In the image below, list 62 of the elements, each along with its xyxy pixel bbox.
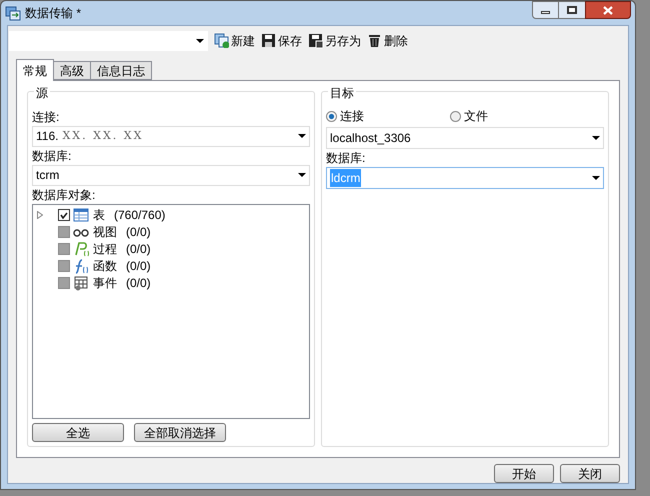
checkbox[interactable] xyxy=(58,277,70,290)
item-count: (0/0) xyxy=(126,224,151,242)
check-icon xyxy=(60,212,68,219)
checkbox[interactable] xyxy=(58,209,70,222)
radio-icon xyxy=(450,110,461,122)
transfer-icon xyxy=(5,5,21,21)
radio-option[interactable]: 文件 xyxy=(450,107,574,125)
p-function-icon xyxy=(73,241,89,258)
masked-text: XX. XX. XX xyxy=(62,128,144,144)
toolbar-button[interactable]: 另存为 xyxy=(308,32,361,50)
field-value: tcrm xyxy=(36,167,60,184)
radio-option[interactable]: 连接 xyxy=(326,107,450,125)
field-label: 数据库: xyxy=(32,148,72,165)
checkbox[interactable] xyxy=(58,260,70,272)
item-count: (0/0) xyxy=(126,258,151,276)
toolbar-button[interactable]: 删除 xyxy=(367,32,408,50)
tab[interactable]: 常规 xyxy=(16,59,54,81)
tree-item-label: 事件 xyxy=(93,275,117,292)
field-value: ldcrm xyxy=(330,169,362,187)
group-title: 目标 xyxy=(328,84,356,102)
tree-item-label: 函数 xyxy=(93,258,117,276)
dropdown-field[interactable]: 116. XX. XX. XX xyxy=(32,126,310,147)
field-value: localhost_3306 xyxy=(330,130,411,147)
f-function-icon xyxy=(73,258,89,274)
close-button[interactable] xyxy=(585,1,631,19)
field-value: 116. xyxy=(36,128,58,146)
dropdown-arrow-icon xyxy=(298,134,306,138)
action-button[interactable]: 全部取消选择 xyxy=(134,423,226,442)
tab[interactable]: 高级 xyxy=(53,61,91,80)
minimize-button[interactable] xyxy=(532,1,559,19)
dialog-button[interactable]: 关闭 xyxy=(560,464,620,483)
dropdown-arrow-icon xyxy=(592,136,600,140)
table-icon xyxy=(73,207,89,224)
tree-item-label: 视图 xyxy=(93,224,117,242)
action-button[interactable]: 全选 xyxy=(32,423,124,442)
trash-can-icon xyxy=(367,33,382,48)
close-icon xyxy=(603,6,613,14)
field-label: 数据库: xyxy=(326,150,366,167)
window-title: 数据传输 * xyxy=(25,5,82,22)
checkbox[interactable] xyxy=(58,226,70,238)
new-document-icon xyxy=(214,33,229,48)
toolbar-button[interactable]: 新建 xyxy=(214,32,255,50)
field-label: 数据库对象: xyxy=(32,186,96,204)
item-count: (0/0) xyxy=(126,275,151,292)
tree-item-label: 过程 xyxy=(93,241,117,258)
toolbar-button[interactable]: 保存 xyxy=(261,32,302,50)
maximize-button[interactable] xyxy=(559,1,585,19)
dropdown-arrow-icon xyxy=(298,173,306,178)
dropdown-arrow-icon xyxy=(592,176,600,180)
dropdown-field[interactable]: localhost_3306 xyxy=(326,127,604,149)
dropdown-field[interactable]: tcrm xyxy=(32,164,310,186)
dropdown-arrow-icon xyxy=(196,38,204,42)
expand-arrow-icon xyxy=(37,211,43,220)
item-count: (0/0) xyxy=(126,241,151,258)
field-label: 连接: xyxy=(32,109,60,126)
tree-item-label: 表 xyxy=(93,207,105,224)
tab[interactable]: 信息日志 xyxy=(90,61,152,80)
checkbox[interactable] xyxy=(58,243,70,256)
calendar-icon xyxy=(73,275,89,292)
dialog-button[interactable]: 开始 xyxy=(494,464,554,483)
radio-icon xyxy=(326,110,337,122)
item-count: (760/760) xyxy=(114,207,166,224)
